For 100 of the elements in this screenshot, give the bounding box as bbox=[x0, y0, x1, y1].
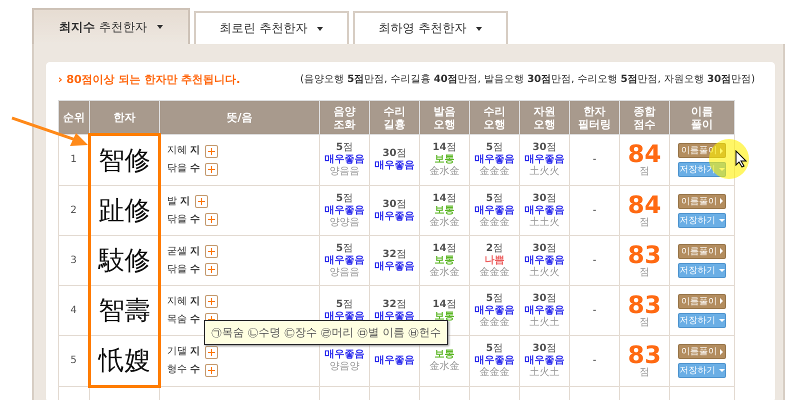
filter-cell: - bbox=[570, 134, 620, 186]
detail-text: 土火火 bbox=[528, 266, 560, 278]
interpret-button[interactable]: 이름풀이 bbox=[678, 294, 726, 308]
tab[interactable]: 최로린 추천한자 bbox=[194, 11, 349, 44]
detail-text: 金金金 bbox=[478, 166, 510, 178]
detail-text: 金水金 bbox=[428, 216, 460, 228]
column-header: 발음 오행 bbox=[420, 100, 470, 134]
interpret-button[interactable]: 이름풀이 bbox=[678, 344, 726, 359]
detail-text: 양양음 bbox=[328, 216, 360, 228]
verdict-text: 보통 bbox=[434, 254, 456, 266]
verdict-text: 보통 bbox=[434, 349, 456, 360]
save-button[interactable]: 저장하기 bbox=[678, 212, 726, 228]
score-text: 5점 bbox=[485, 192, 504, 204]
column-header: 이름 풀이 bbox=[670, 100, 734, 134]
column-header: 종합 점수 bbox=[620, 100, 670, 134]
verdict-text: 보통 bbox=[434, 204, 456, 216]
rank-cell: 4 bbox=[58, 286, 90, 336]
score-text: 5점 bbox=[485, 292, 504, 304]
verdict-text: 매우좋음 bbox=[524, 154, 566, 166]
total-score: 84 bbox=[626, 142, 662, 166]
score-text: 32점 bbox=[382, 298, 408, 310]
verdict-text: 매우좋음 bbox=[374, 160, 416, 172]
column-header: 뜻/음 bbox=[160, 100, 320, 134]
caret-icon bbox=[720, 148, 723, 154]
verdict-text: 매우좋음 bbox=[474, 154, 516, 166]
verdict-text: 매우좋음 bbox=[524, 304, 566, 316]
detail-text: 金水金 bbox=[428, 266, 460, 278]
detail-text: 金水金 bbox=[428, 361, 460, 373]
score-text: 14점 bbox=[432, 298, 458, 310]
verdict-text: 매우좋음 bbox=[524, 355, 566, 366]
total-score: 83 bbox=[626, 292, 662, 316]
score-text: 32점 bbox=[382, 248, 408, 260]
save-button[interactable]: 저장하기 bbox=[678, 262, 726, 278]
save-button[interactable]: 저장하기 bbox=[678, 363, 726, 378]
score-text: 5점 bbox=[335, 242, 354, 254]
hanja-cell: 趾修 bbox=[90, 186, 160, 236]
meaning-sound: 형수 수 bbox=[167, 364, 200, 376]
column-header: 자원 오행 bbox=[520, 100, 570, 134]
meaning-sound: 닦을 수 bbox=[167, 214, 200, 226]
total-score: 84 bbox=[626, 192, 662, 216]
verdict-text: 매우좋음 bbox=[374, 210, 416, 222]
detail-text: 양음음 bbox=[328, 166, 360, 178]
caret-icon bbox=[720, 248, 723, 254]
meaning-sound: 닦을 수 bbox=[167, 163, 200, 175]
detail-text: 土火土 bbox=[528, 316, 560, 328]
score-text: 5점 bbox=[335, 192, 354, 204]
score-unit: 점 bbox=[638, 266, 650, 278]
filter-cell: - bbox=[570, 186, 620, 236]
verdict-text: 매우좋음 bbox=[324, 254, 366, 266]
tab[interactable]: 최하영 추천한자 bbox=[353, 11, 508, 44]
verdict-text: 매우좋음 bbox=[324, 349, 366, 361]
verdict-text: 보통 bbox=[434, 310, 456, 322]
column-header: 한자 bbox=[90, 100, 160, 134]
verdict-text: 매우좋음 bbox=[324, 310, 366, 322]
hanja-cell: 忯嫂 bbox=[90, 336, 160, 386]
verdict-text: 나쁨 bbox=[484, 254, 506, 266]
save-button[interactable]: 저장하기 bbox=[678, 312, 726, 328]
interpret-button[interactable]: 이름풀이 bbox=[678, 244, 726, 258]
verdict-text: 매우좋음 bbox=[324, 154, 366, 166]
meaning-sound: 지혜 지 bbox=[167, 145, 200, 157]
interpret-button[interactable]: 이름풀이 bbox=[678, 143, 726, 158]
arrow-icon bbox=[10, 114, 90, 148]
score-text: 30점 bbox=[382, 198, 408, 210]
interpret-button[interactable]: 이름풀이 bbox=[678, 194, 726, 208]
score-text: 30점 bbox=[532, 142, 558, 154]
score-text: 14점 bbox=[432, 192, 458, 204]
meaning-sound: 지혜 지 bbox=[167, 296, 200, 308]
column-header: 순위 bbox=[58, 100, 90, 134]
detail-text: 土土火 bbox=[528, 216, 560, 228]
meaning-sound: 기댈 지 bbox=[167, 346, 200, 358]
detail-text: 金金金 bbox=[478, 316, 510, 328]
caret-icon bbox=[317, 26, 324, 30]
score-text: 14점 bbox=[432, 242, 458, 254]
score-text: 5점 bbox=[335, 142, 354, 154]
meaning-sound: 굳셀 지 bbox=[167, 246, 200, 258]
verdict-text: 매우좋음 bbox=[374, 355, 416, 367]
score-text: 30점 bbox=[532, 343, 558, 355]
score-text: 30점 bbox=[532, 292, 558, 304]
score-text: 30점 bbox=[532, 242, 558, 254]
caret-icon bbox=[718, 369, 724, 372]
detail-text: 金水金 bbox=[428, 166, 460, 178]
filter-cell: - bbox=[570, 236, 620, 286]
hanja-cell: 馶修 bbox=[90, 236, 160, 286]
hanja-cell: 智壽 bbox=[90, 286, 160, 336]
detail-text: 金金金 bbox=[478, 216, 510, 228]
column-header: 수리 길흉 bbox=[370, 100, 420, 134]
verdict-text: 매우좋음 bbox=[524, 204, 566, 216]
caret-icon bbox=[718, 168, 724, 171]
score-text: 30점 bbox=[532, 192, 558, 204]
notice-text: › 80점이상 되는 한자만 추천됩니다. bbox=[58, 72, 240, 86]
caret-icon bbox=[720, 198, 723, 204]
verdict-text: 매우좋음 bbox=[474, 355, 516, 367]
total-score: 83 bbox=[626, 343, 662, 367]
tab[interactable]: 최지수 추천한자 bbox=[32, 8, 190, 44]
filter-cell: - bbox=[570, 286, 620, 336]
score-unit: 점 bbox=[638, 367, 650, 379]
filter-cell: - bbox=[570, 336, 620, 386]
caret-icon bbox=[718, 218, 724, 222]
detail-text: 土火火 bbox=[528, 166, 560, 178]
meaning-sound: 발 지 bbox=[167, 196, 190, 208]
